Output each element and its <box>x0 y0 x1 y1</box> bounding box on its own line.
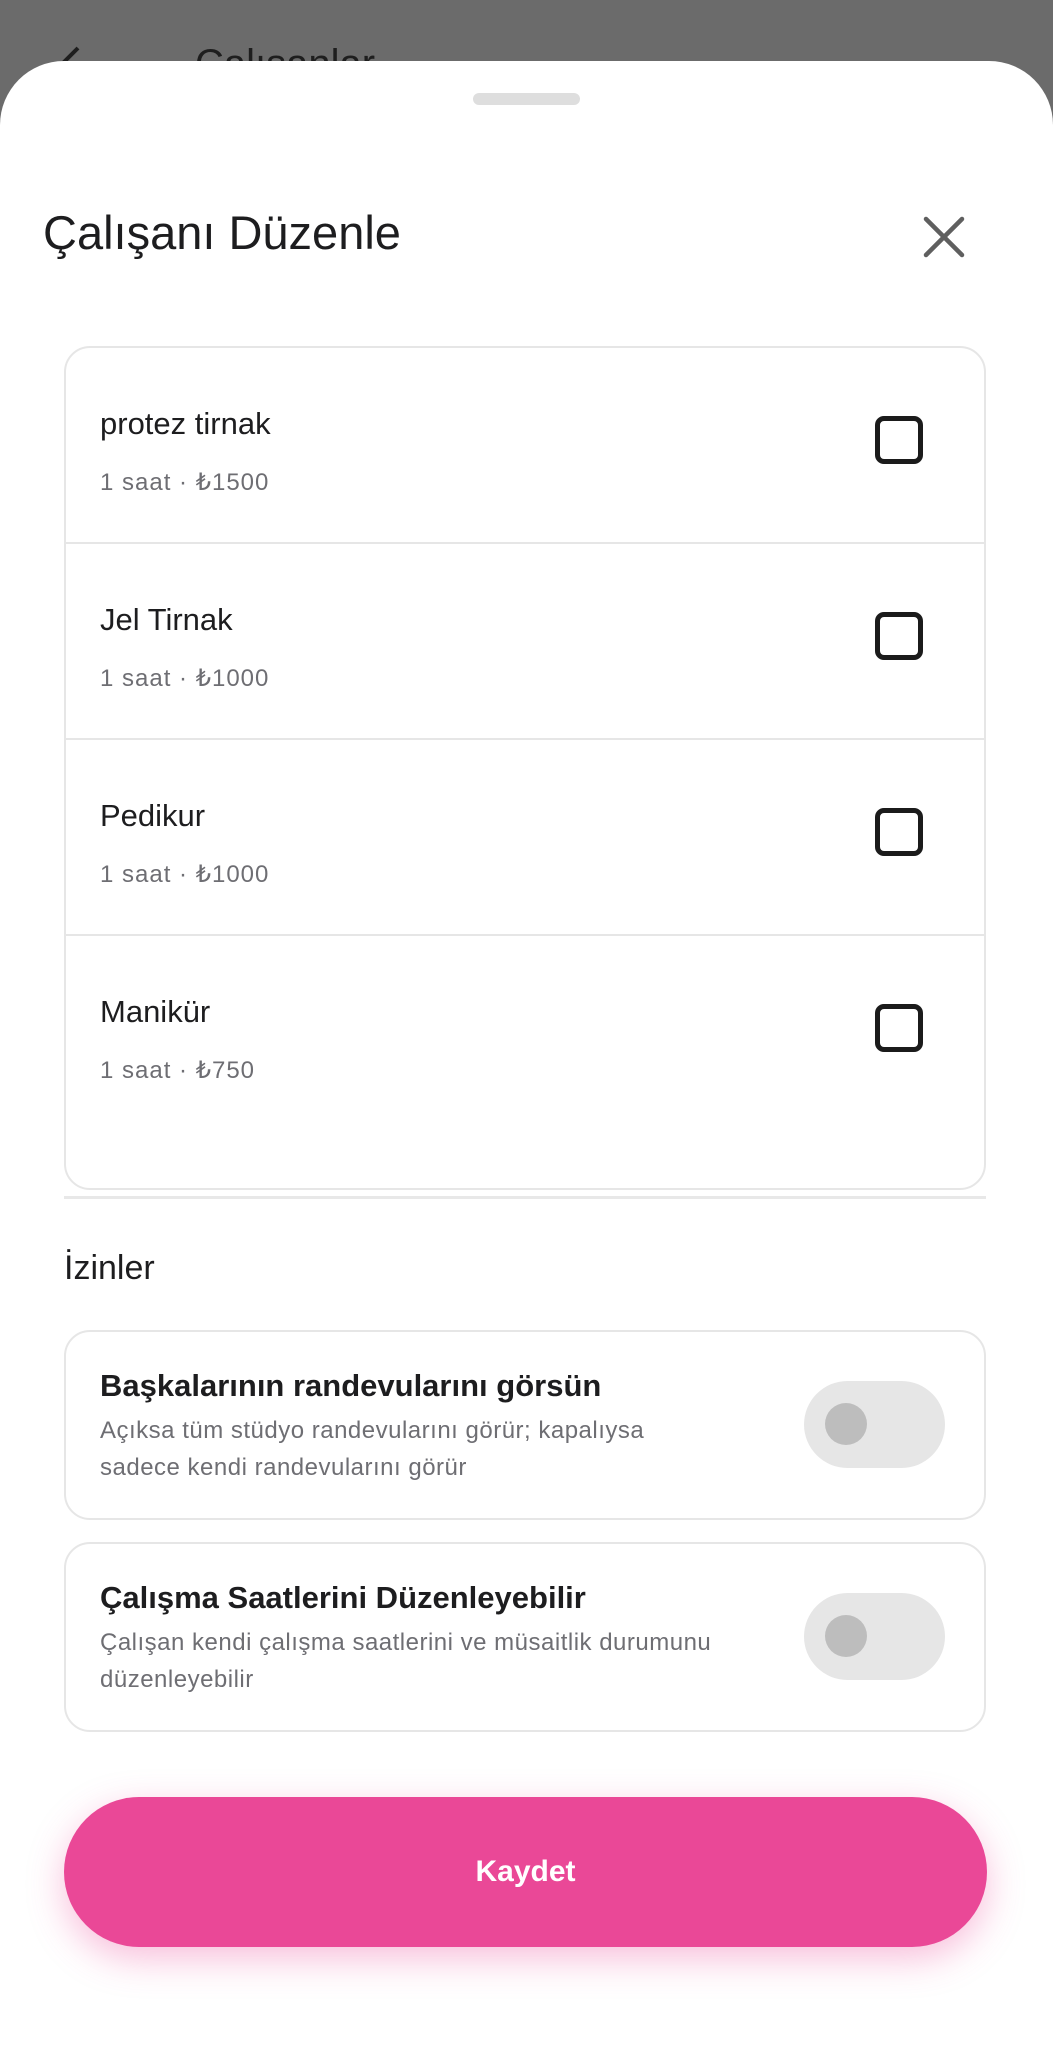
service-duration-price: 1 saat · ₺750 <box>100 1057 256 1084</box>
service-checkbox[interactable] <box>875 1004 923 1052</box>
save-button[interactable]: Kaydet <box>64 1797 987 1947</box>
service-checkbox[interactable] <box>875 808 923 856</box>
service-checkbox[interactable] <box>875 416 923 464</box>
service-duration-price: 1 saat · ₺1000 <box>100 665 270 692</box>
service-name: protez tirnak <box>100 406 271 441</box>
sheet-title: Çalışanı Düzenle <box>43 206 401 259</box>
service-duration-price: 1 saat · ₺1000 <box>100 861 270 888</box>
view-others-appointments-toggle[interactable] <box>804 1381 945 1468</box>
service-row-manikur[interactable]: Manikür 1 saat · ₺750 <box>66 936 984 1132</box>
drag-handle[interactable] <box>473 93 580 105</box>
permission-description: Çalışan kendi çalışma saatlerini ve müsa… <box>100 1629 712 1693</box>
service-name: Pedikur <box>100 798 206 833</box>
service-duration-price: 1 saat · ₺1500 <box>100 469 270 496</box>
close-button[interactable] <box>906 199 982 275</box>
service-row-pedikur[interactable]: Pedikur 1 saat · ₺1000 <box>66 740 984 936</box>
service-row-protez-tirnak[interactable]: protez tirnak 1 saat · ₺1500 <box>66 348 984 544</box>
section-divider <box>64 1196 986 1199</box>
service-checkbox[interactable] <box>875 612 923 660</box>
toggle-knob <box>825 1615 867 1657</box>
toggle-knob <box>825 1403 867 1445</box>
permission-card-view-others-appointments: Başkalarının randevularını görsün Açıksa… <box>64 1330 986 1520</box>
service-row-jel-tirnak[interactable]: Jel Tirnak 1 saat · ₺1000 <box>66 544 984 740</box>
edit-working-hours-toggle[interactable] <box>804 1593 945 1680</box>
permission-description: Açıksa tüm stüdyo randevularını görür; k… <box>100 1417 645 1481</box>
permission-card-edit-working-hours: Çalışma Saatlerini Düzenleyebilir Çalışa… <box>64 1542 986 1732</box>
permission-title: Çalışma Saatlerini Düzenleyebilir <box>100 1580 586 1615</box>
services-list: protez tirnak 1 saat · ₺1500 Jel Tirnak … <box>64 346 986 1190</box>
edit-employee-bottom-sheet: Çalışanı Düzenle protez tirnak 1 saat · … <box>0 61 1053 2048</box>
close-icon <box>923 216 965 258</box>
service-name: Manikür <box>100 994 211 1029</box>
permission-title: Başkalarının randevularını görsün <box>100 1368 602 1403</box>
service-name: Jel Tirnak <box>100 602 233 637</box>
permissions-heading: İzinler <box>64 1249 155 1287</box>
